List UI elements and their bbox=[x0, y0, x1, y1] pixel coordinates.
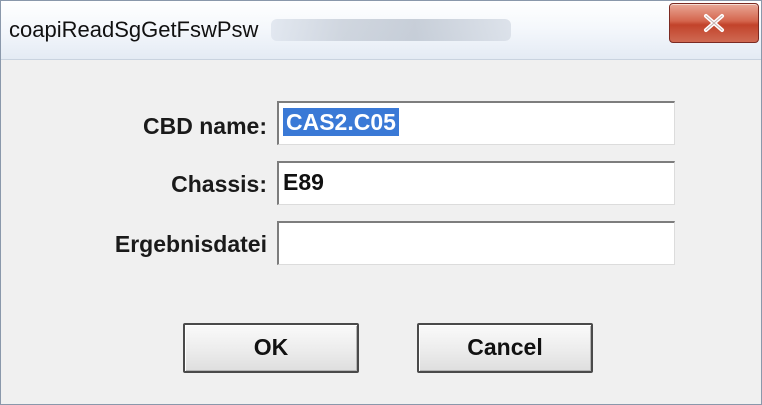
dialog-body: CBD name: CAS2.C05 Chassis: E89 Ergebnis… bbox=[9, 61, 753, 397]
cbd-name-value: CAS2.C05 bbox=[283, 108, 399, 136]
cbd-name-field[interactable]: CAS2.C05 bbox=[277, 101, 675, 145]
chassis-value: E89 bbox=[283, 169, 324, 195]
title-bar[interactable]: coapiReadSgGetFswPsw bbox=[1, 1, 761, 60]
window-title: coapiReadSgGetFswPsw bbox=[9, 17, 259, 42]
chassis-label: Chassis: bbox=[171, 171, 267, 197]
close-icon bbox=[704, 14, 724, 32]
ok-button[interactable]: OK bbox=[183, 323, 359, 373]
blurred-title-region bbox=[271, 19, 511, 41]
cbd-name-label: CBD name: bbox=[143, 113, 267, 139]
dialog-window: coapiReadSgGetFswPsw CBD name: CAS2.C05 … bbox=[0, 0, 762, 405]
ergebnisdatei-field[interactable] bbox=[277, 221, 675, 265]
cancel-button[interactable]: Cancel bbox=[417, 323, 593, 373]
chassis-field[interactable]: E89 bbox=[277, 161, 675, 205]
close-button[interactable] bbox=[669, 3, 759, 43]
ergebnisdatei-label: Ergebnisdatei bbox=[114, 231, 267, 257]
